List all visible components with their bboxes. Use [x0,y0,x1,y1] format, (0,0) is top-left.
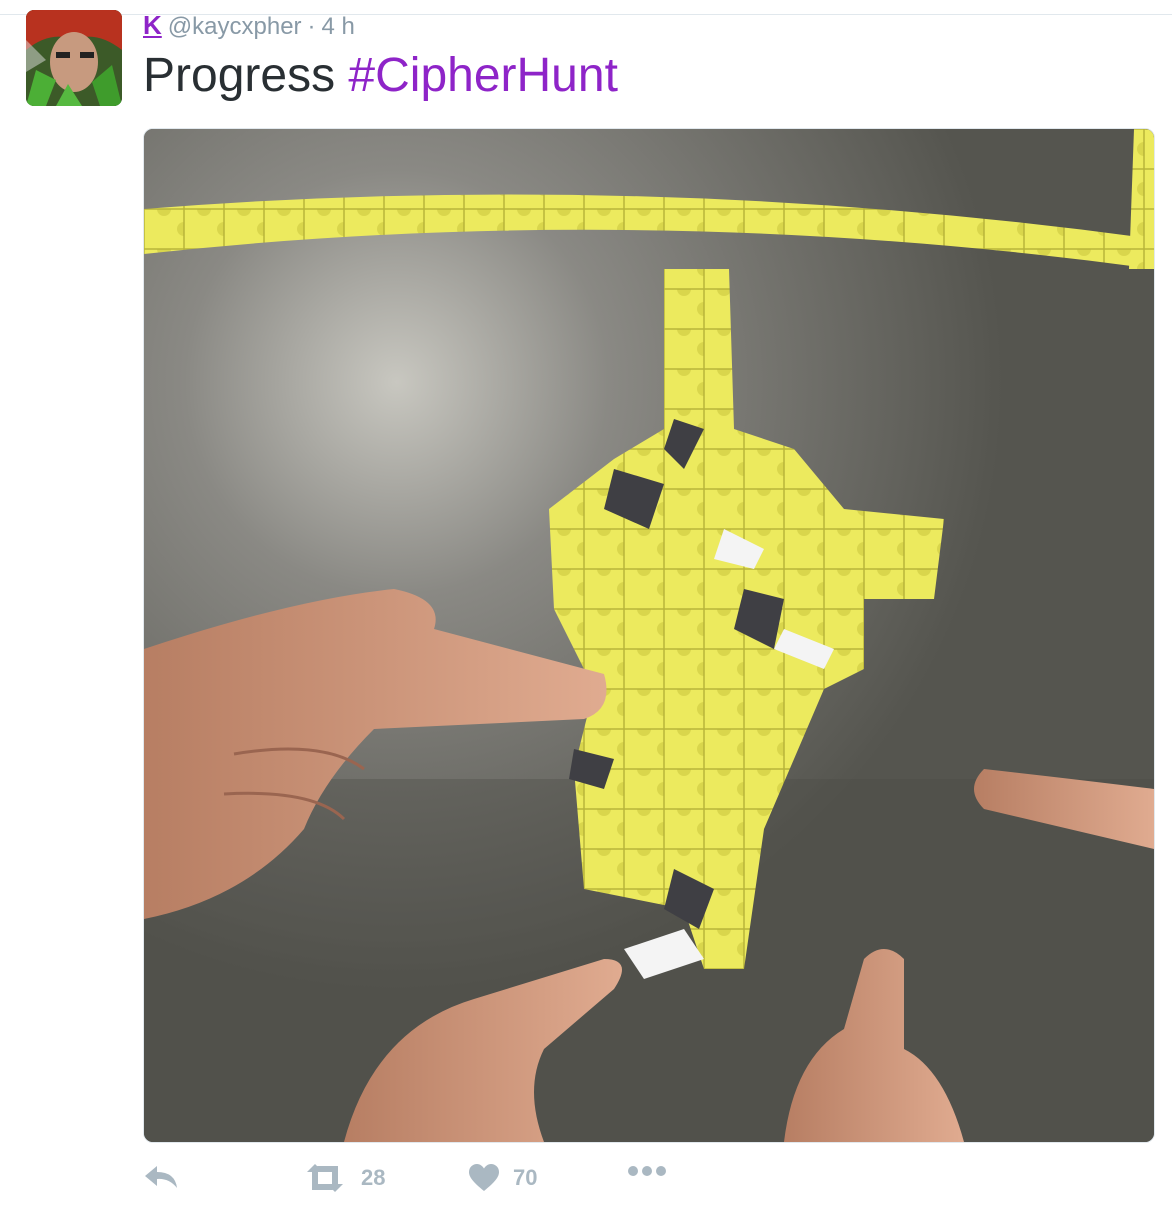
more-icon [628,1166,666,1176]
tweet-text: Progress #CipherHunt [143,48,618,104]
retweet-button[interactable]: 28 [303,1164,385,1192]
retweet-count: 28 [361,1165,386,1190]
tweet-header: K @kaycxpher · 4 h [143,10,355,40]
retweet-icon [307,1164,343,1192]
author-handle[interactable]: @kaycxpher [168,13,302,41]
timestamp[interactable]: 4 h [322,13,355,41]
photo-image [144,129,1154,1142]
reply-button[interactable] [143,1164,179,1190]
like-button[interactable]: 70 [469,1164,537,1192]
heart-icon [469,1164,499,1191]
like-count: 70 [513,1165,538,1190]
tweet: K @kaycxpher · 4 h Progress #CipherHunt [0,0,1172,1206]
separator: · [307,13,316,40]
tweet-text-body: Progress [143,49,336,102]
avatar-image [26,10,122,106]
more-button[interactable] [627,1164,667,1178]
author-name[interactable]: K [143,10,162,41]
hashtag-link[interactable]: #CipherHunt [348,49,617,102]
tweet-photo[interactable] [143,128,1155,1143]
tweet-actions: 28 70 [143,1164,843,1204]
avatar[interactable] [26,10,122,106]
reply-icon [145,1166,177,1188]
